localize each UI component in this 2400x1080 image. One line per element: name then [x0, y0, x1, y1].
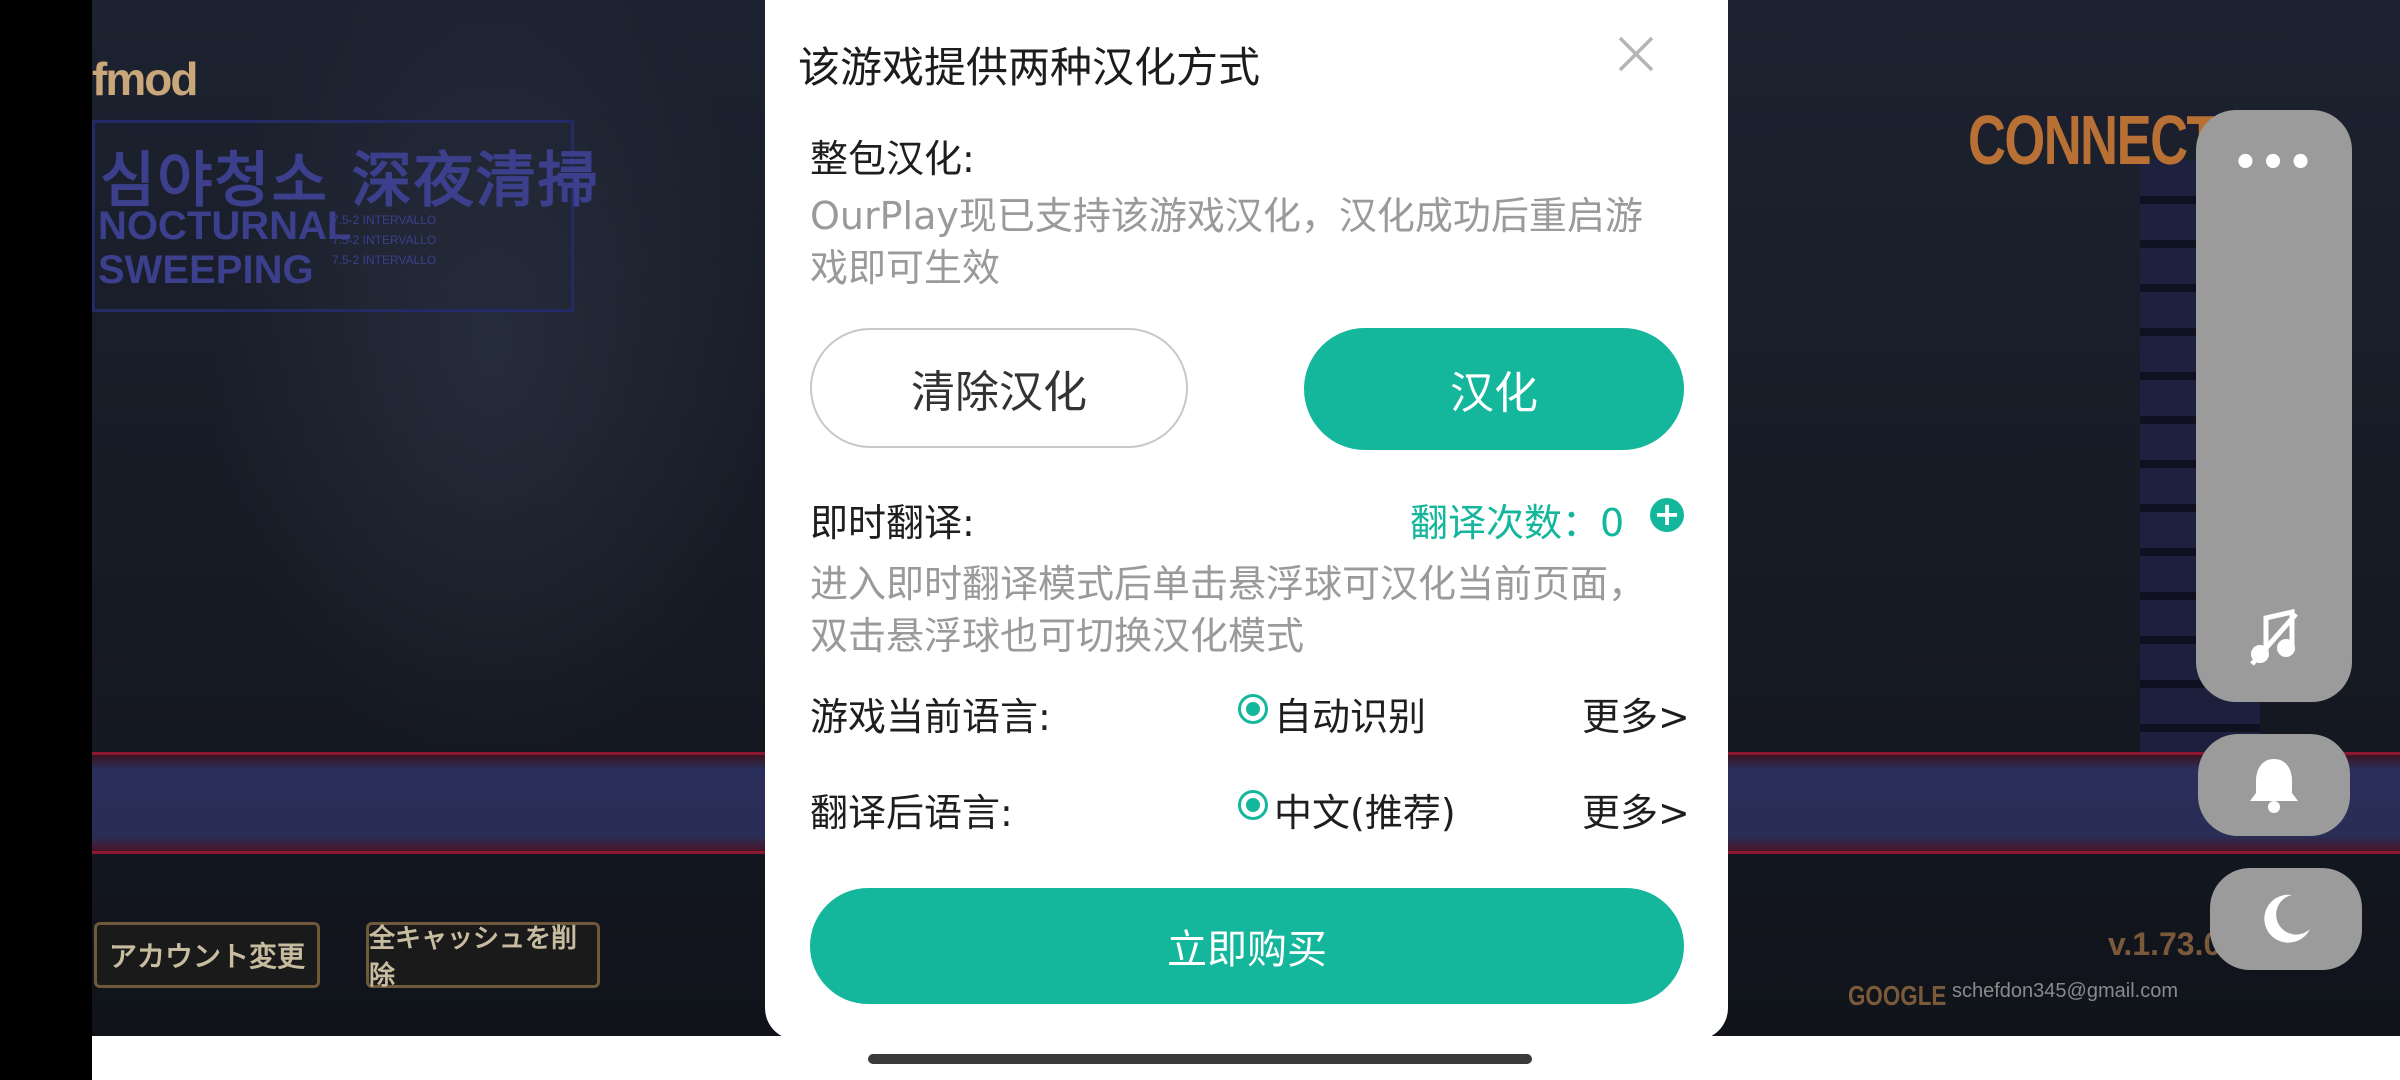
- buy-now-button[interactable]: 立即购买: [810, 888, 1684, 1004]
- close-icon[interactable]: [1612, 30, 1660, 78]
- account-email: schefdon345@gmail.com: [1952, 980, 2178, 1002]
- translate-count-label: 翻译次数：: [1410, 501, 1601, 545]
- account-change-button[interactable]: アカウント変更: [94, 922, 320, 988]
- target-language-more-link[interactable]: 更多>: [1582, 782, 1690, 837]
- more-options-icon[interactable]: •••: [2196, 140, 2352, 186]
- version-label: v.1.73.0: [2108, 926, 2222, 962]
- full-pack-description: OurPlay现已支持该游戏汉化，汉化成功后重启游戏即可生效: [810, 194, 1643, 290]
- source-language-value[interactable]: 自动识别: [1274, 686, 1426, 741]
- translate-count: 翻译次数：0: [1410, 492, 1624, 547]
- night-mode-button[interactable]: [2210, 868, 2362, 970]
- source-language-label: 游戏当前语言:: [810, 695, 1051, 739]
- music-off-icon[interactable]: [2248, 608, 2300, 668]
- clear-localization-button[interactable]: 清除汉化: [810, 328, 1188, 448]
- add-count-icon[interactable]: +: [1650, 498, 1684, 532]
- interval-line: 7.5-2 INTERVALLO: [332, 233, 437, 247]
- bell-icon: [2250, 759, 2298, 813]
- source-language-more-link[interactable]: 更多>: [1582, 686, 1690, 741]
- moon-icon: [2264, 894, 2310, 943]
- interval-line: 7.5-2 INTERVALLO: [332, 213, 437, 227]
- interval-line: 7.5-2 INTERVALLO: [332, 253, 437, 267]
- full-pack-label: 整包汉化:: [810, 137, 975, 181]
- home-indicator[interactable]: [868, 1054, 1532, 1064]
- instant-translate-label: 即时翻译:: [810, 501, 975, 545]
- instant-translate-description: 进入即时翻译模式后单击悬浮球可汉化当前页面，双击悬浮球也可切换汉化模式: [810, 562, 1647, 658]
- target-language-radio[interactable]: [1238, 790, 1268, 820]
- login-provider-label: GOOGLE: [1848, 980, 1947, 1011]
- source-language-radio[interactable]: [1238, 694, 1268, 724]
- game-interval-text: 7.5-2 INTERVALLO 7.5-2 INTERVALLO 7.5-2 …: [332, 210, 436, 270]
- localize-button[interactable]: 汉化: [1304, 328, 1684, 450]
- notification-button[interactable]: [2198, 734, 2350, 836]
- target-language-value[interactable]: 中文(推荐): [1274, 782, 1456, 837]
- game-title-english: NOCTURNAL SWEEPING: [98, 204, 351, 292]
- clear-cache-button[interactable]: 全キャッシュを削除: [366, 922, 600, 991]
- target-language-label: 翻译后语言:: [810, 791, 1013, 835]
- translate-count-value: 0: [1600, 501, 1625, 545]
- screen: fmod 심야청소 深夜清掃 NOCTURNAL SWEEPING 7.5-2 …: [0, 0, 2400, 1080]
- dialog-title: 该游戏提供两种汉化方式: [798, 43, 1261, 92]
- fmod-logo: fmod: [92, 53, 198, 105]
